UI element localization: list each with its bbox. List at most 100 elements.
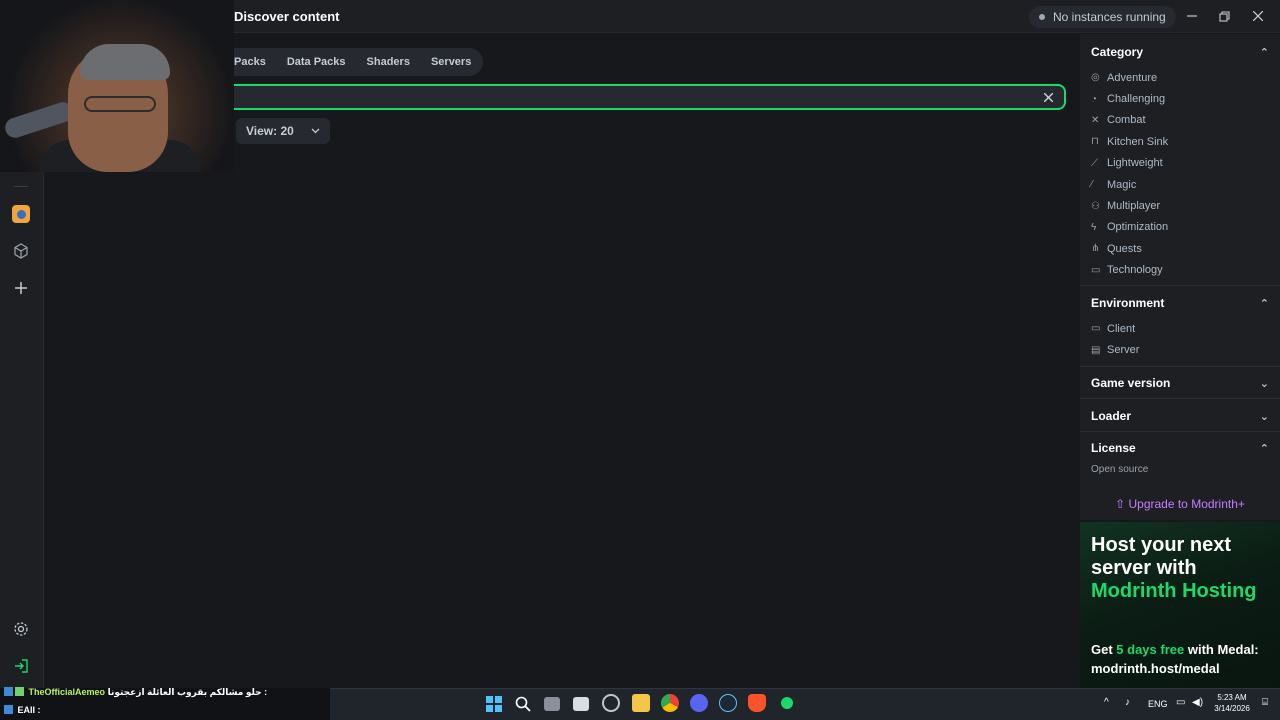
tab-servers[interactable]: Servers bbox=[431, 56, 471, 68]
chevron-up-icon: ⌃ bbox=[1259, 297, 1269, 310]
category-item-technology[interactable]: ▭ Technology bbox=[1091, 260, 1269, 281]
category-item-magic[interactable]: ⁄ Magic bbox=[1091, 174, 1269, 195]
license-heading: License bbox=[1091, 441, 1136, 455]
ad-link: modrinth.host/medal bbox=[1091, 661, 1220, 676]
instance-icon[interactable] bbox=[12, 205, 30, 223]
chevron-up-icon: ⌃ bbox=[1259, 46, 1269, 59]
tree-icon: ⋔ bbox=[1091, 243, 1100, 255]
add-instance-button[interactable] bbox=[10, 277, 32, 299]
filters-panel: Category ⌃ ◎ Adventure ◔ Challenging ✕ Comb… bbox=[1080, 34, 1280, 520]
clock-date: 3/14/2026 bbox=[1214, 704, 1250, 713]
windows-start-icon[interactable] bbox=[486, 696, 502, 712]
microphone-arm bbox=[2, 99, 76, 141]
category-item-optimization[interactable]: ϟ Optimization bbox=[1091, 217, 1269, 238]
minimize-icon bbox=[1187, 15, 1197, 17]
chevron-down-icon: ⌄ bbox=[1259, 410, 1269, 423]
feather-icon: ⟋ bbox=[1091, 157, 1098, 169]
status-dot-icon bbox=[1039, 14, 1045, 20]
close-button[interactable] bbox=[1246, 6, 1270, 26]
loader-header[interactable]: Loader ⌄ bbox=[1091, 407, 1269, 425]
volume-icon[interactable]: ◀) bbox=[1192, 697, 1203, 708]
steam-icon[interactable] bbox=[719, 694, 737, 712]
chevron-up-icon[interactable]: ^ bbox=[1104, 697, 1109, 708]
view-count-select[interactable]: View: 20 bbox=[236, 118, 330, 144]
loader-filter: Loader ⌄ bbox=[1091, 407, 1269, 425]
chevron-up-icon: ⌃ bbox=[1259, 442, 1269, 455]
chevron-down-icon bbox=[311, 128, 320, 134]
license-header[interactable]: License ⌃ bbox=[1091, 439, 1269, 457]
taskbar-clock[interactable]: 5:23 AM 3/14/2026 bbox=[1210, 692, 1254, 714]
filter-divider bbox=[1080, 398, 1280, 399]
search-icon[interactable] bbox=[515, 696, 531, 712]
task-view-icon[interactable] bbox=[544, 697, 560, 711]
users-icon: ⚇ bbox=[1091, 200, 1100, 212]
search-input[interactable] bbox=[238, 88, 1028, 106]
discord-icon[interactable] bbox=[690, 694, 708, 712]
chat-username: TheOfficialAemeo bbox=[28, 687, 106, 697]
hosting-ad[interactable]: Host your next server with Modrinth Host… bbox=[1080, 522, 1280, 688]
game-version-header[interactable]: Game version ⌄ bbox=[1091, 374, 1269, 392]
category-item-quests[interactable]: ⋔ Quests bbox=[1091, 238, 1269, 259]
flag-icon: ◔ bbox=[1091, 93, 1098, 105]
category-label: Kitchen Sink bbox=[1107, 135, 1169, 148]
clock-time: 5:23 AM bbox=[1217, 693, 1247, 702]
category-item-adventure[interactable]: ◎ Adventure bbox=[1091, 67, 1269, 88]
wand-icon: ⁄ bbox=[1091, 179, 1093, 191]
category-item-multiplayer[interactable]: ⚇ Multiplayer bbox=[1091, 195, 1269, 216]
filter-divider bbox=[1080, 431, 1280, 432]
badge-icon bbox=[15, 687, 24, 696]
settings-button[interactable] bbox=[10, 618, 32, 640]
chrome-icon[interactable] bbox=[661, 694, 679, 712]
environment-label: Client bbox=[1107, 322, 1136, 335]
tab-data-packs[interactable]: Data Packs bbox=[287, 56, 346, 68]
maximize-button[interactable] bbox=[1212, 6, 1236, 26]
category-label: Combat bbox=[1107, 114, 1146, 127]
language-indicator[interactable]: ENG bbox=[1148, 699, 1168, 709]
file-explorer-icon[interactable] bbox=[632, 694, 650, 712]
store-icon[interactable] bbox=[573, 697, 589, 711]
upgrade-modrinth-plus-link[interactable]: ⇧ Upgrade to Modrinth+ bbox=[1080, 497, 1280, 511]
environment-header[interactable]: Environment ⌃ bbox=[1091, 294, 1269, 312]
microphone-icon[interactable]: ♪ bbox=[1125, 697, 1130, 708]
upgrade-label: Upgrade to Modrinth+ bbox=[1128, 497, 1245, 511]
tab-packs[interactable]: Packs bbox=[234, 56, 266, 68]
category-label: Challenging bbox=[1107, 93, 1166, 106]
webcam-overlay bbox=[0, 0, 234, 172]
app-icon[interactable] bbox=[602, 694, 620, 712]
login-icon bbox=[15, 659, 28, 673]
network-icon[interactable]: ▭ bbox=[1176, 697, 1185, 708]
restore-icon bbox=[1218, 10, 1230, 22]
close-icon bbox=[1043, 92, 1053, 102]
search-bar bbox=[234, 84, 1066, 110]
minimize-button[interactable] bbox=[1180, 6, 1204, 26]
bolt-icon: ϟ bbox=[1091, 221, 1097, 233]
library-button[interactable] bbox=[10, 240, 32, 262]
clear-search-button[interactable] bbox=[1040, 88, 1056, 106]
filter-divider bbox=[1080, 366, 1280, 367]
category-heading: Category bbox=[1091, 45, 1144, 59]
chat-username: EAII : bbox=[17, 705, 41, 715]
environment-list: ▭ Client ▤ Server bbox=[1091, 318, 1269, 361]
category-item-combat[interactable]: ✕ Combat bbox=[1091, 110, 1269, 131]
notification-icon[interactable]: ⌸ bbox=[1262, 697, 1268, 708]
chat-message-1: TheOfficialAemeo حلو مشالكم بقروب العائل… bbox=[4, 687, 267, 698]
category-list: ◎ Adventure ◔ Challenging ✕ Combat ⊓ Kitchen… bbox=[1091, 67, 1269, 281]
environment-item-client[interactable]: ▭ Client bbox=[1091, 318, 1269, 339]
tab-shaders[interactable]: Shaders bbox=[367, 56, 410, 68]
sidebar-divider bbox=[14, 186, 28, 187]
plus-icon bbox=[15, 282, 27, 294]
category-label: Lightweight bbox=[1107, 157, 1163, 170]
category-header[interactable]: Category ⌃ bbox=[1091, 43, 1269, 61]
license-open-source-toggle[interactable]: Open source bbox=[1091, 464, 1269, 475]
monitor-icon: ▭ bbox=[1091, 323, 1101, 335]
category-item-kitchen-sink[interactable]: ⊓ Kitchen Sink bbox=[1091, 131, 1269, 152]
modrinth-icon[interactable] bbox=[778, 694, 796, 712]
environment-item-server[interactable]: ▤ Server bbox=[1091, 339, 1269, 360]
category-item-challenging[interactable]: ◔ Challenging bbox=[1091, 88, 1269, 109]
sign-in-button[interactable] bbox=[10, 655, 32, 677]
brave-icon[interactable] bbox=[748, 694, 766, 712]
instances-status[interactable]: No instances running bbox=[1029, 6, 1176, 28]
category-item-lightweight[interactable]: ⟋ Lightweight bbox=[1091, 153, 1269, 174]
license-filter: License ⌃ Open source bbox=[1091, 439, 1269, 475]
badge-icon bbox=[4, 687, 13, 696]
